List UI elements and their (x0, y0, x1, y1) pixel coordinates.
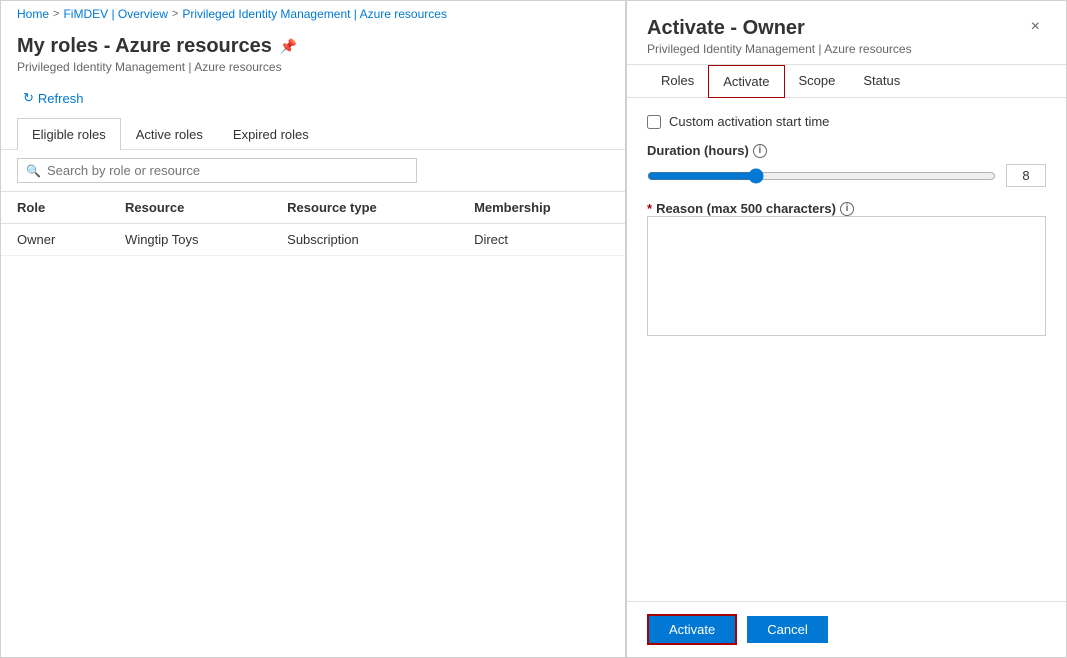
breadcrumb-pim[interactable]: Privileged Identity Management | Azure r… (182, 7, 447, 21)
duration-slider[interactable] (647, 168, 996, 184)
duration-label-row: Duration (hours) i (647, 143, 1046, 158)
col-resource: Resource (109, 192, 271, 224)
pin-icon[interactable]: 📌 (280, 38, 297, 55)
tabs-bar: Eligible roles Active roles Expired role… (1, 118, 625, 150)
search-input-wrap: 🔍 (17, 158, 417, 183)
page-title-row: My roles - Azure resources 📌 (17, 35, 609, 58)
panel-footer: Activate Cancel (627, 601, 1066, 657)
cell-membership: Direct (458, 224, 625, 256)
refresh-label: Refresh (38, 91, 84, 106)
search-bar: 🔍 (1, 150, 625, 192)
panel-close-button[interactable]: × (1025, 17, 1046, 37)
breadcrumb-sep-1: > (53, 8, 59, 20)
search-icon: 🔍 (26, 164, 41, 178)
col-resource-type: Resource type (271, 192, 458, 224)
duration-field: Duration (hours) i 8 (647, 143, 1046, 187)
table-container: Role Resource Resource type Membership O… (1, 192, 625, 657)
search-input[interactable] (47, 163, 347, 178)
panel-subtitle: Privileged Identity Management | Azure r… (647, 42, 912, 56)
activate-button[interactable]: Activate (647, 614, 737, 645)
breadcrumb: Home > FiMDEV | Overview > Privileged Id… (1, 1, 625, 27)
custom-activation-row: Custom activation start time (647, 114, 1046, 129)
cancel-button[interactable]: Cancel (747, 616, 827, 643)
right-panel: Activate - Owner Privileged Identity Man… (626, 1, 1066, 657)
panel-body: Custom activation start time Duration (h… (627, 98, 1066, 601)
required-star: * (647, 201, 652, 216)
reason-textarea[interactable] (647, 216, 1046, 336)
duration-value: 8 (1006, 164, 1046, 187)
panel-tab-scope[interactable]: Scope (785, 65, 850, 98)
panel-title: Activate - Owner (647, 17, 912, 40)
reason-label-row: * Reason (max 500 characters) i (647, 201, 1046, 216)
refresh-icon: ↻ (23, 90, 34, 106)
duration-label-text: Duration (hours) (647, 143, 749, 158)
page-header: My roles - Azure resources 📌 Privileged … (1, 27, 625, 78)
toolbar: ↻ Refresh (1, 78, 625, 118)
tab-eligible-roles[interactable]: Eligible roles (17, 118, 121, 150)
breadcrumb-fimdev[interactable]: FiMDEV | Overview (63, 7, 167, 21)
page-title-text: My roles - Azure resources (17, 35, 272, 58)
panel-header-text: Activate - Owner Privileged Identity Man… (647, 17, 912, 56)
roles-table: Role Resource Resource type Membership O… (1, 192, 625, 256)
custom-activation-checkbox[interactable] (647, 115, 661, 129)
panel-tab-status[interactable]: Status (849, 65, 914, 98)
breadcrumb-sep-2: > (172, 8, 178, 20)
table-row[interactable]: Owner Wingtip Toys Subscription Direct (1, 224, 625, 256)
reason-info-icon[interactable]: i (840, 202, 854, 216)
reason-field: * Reason (max 500 characters) i (647, 201, 1046, 339)
duration-info-icon[interactable]: i (753, 144, 767, 158)
panel-header: Activate - Owner Privileged Identity Man… (627, 1, 1066, 65)
refresh-button[interactable]: ↻ Refresh (17, 86, 89, 110)
left-panel: Home > FiMDEV | Overview > Privileged Id… (1, 1, 626, 657)
breadcrumb-home[interactable]: Home (17, 7, 49, 21)
tab-expired-roles[interactable]: Expired roles (218, 118, 324, 150)
col-role: Role (1, 192, 109, 224)
cell-resource-type: Subscription (271, 224, 458, 256)
panel-tabs: Roles Activate Scope Status (627, 65, 1066, 98)
slider-wrap: 8 (647, 164, 1046, 187)
page-subtitle: Privileged Identity Management | Azure r… (17, 60, 609, 74)
custom-activation-label[interactable]: Custom activation start time (669, 114, 829, 129)
cell-resource: Wingtip Toys (109, 224, 271, 256)
tab-active-roles[interactable]: Active roles (121, 118, 218, 150)
col-membership: Membership (458, 192, 625, 224)
panel-tab-activate[interactable]: Activate (708, 65, 784, 98)
panel-tab-roles[interactable]: Roles (647, 65, 708, 98)
reason-label-text: Reason (max 500 characters) (656, 201, 836, 216)
cell-role: Owner (1, 224, 109, 256)
